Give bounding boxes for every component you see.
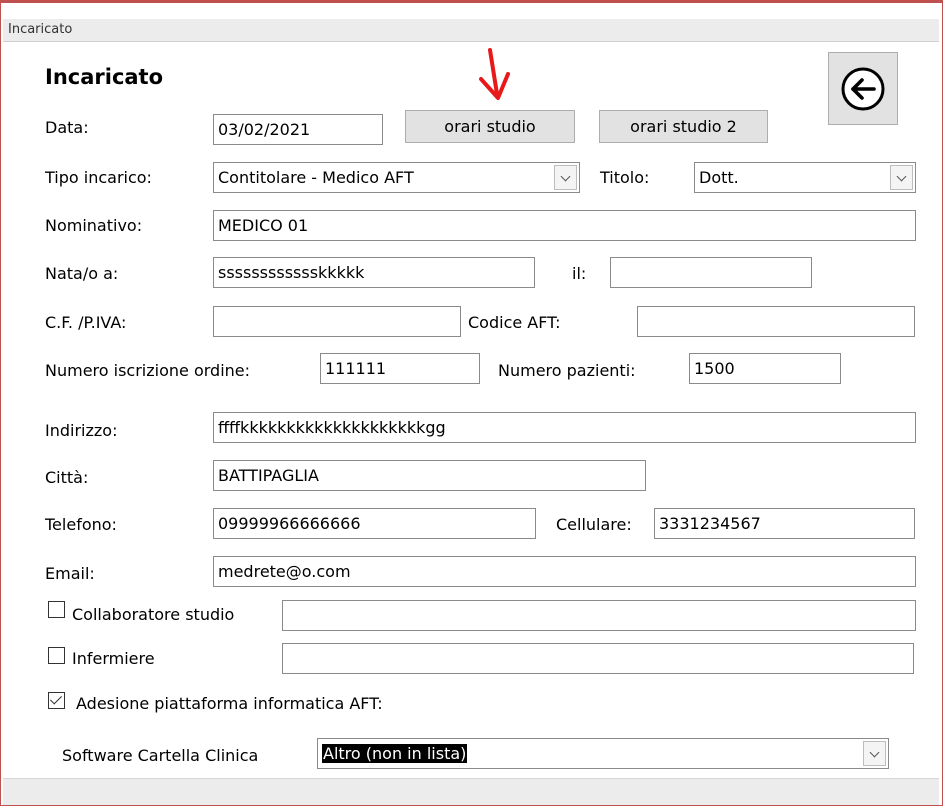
indirizzo-label: Indirizzo:: [45, 421, 118, 440]
chevron-down-icon[interactable]: [890, 165, 913, 190]
num-pazienti-field[interactable]: 1500: [689, 353, 841, 384]
back-button[interactable]: [828, 52, 898, 125]
adesione-label: Adesione piattaforma informatica AFT:: [76, 694, 383, 713]
telefono-label: Telefono:: [45, 515, 117, 534]
chevron-down-icon[interactable]: [863, 741, 886, 766]
form-heading: Incaricato: [45, 65, 164, 89]
titolo-select[interactable]: Dott.: [694, 162, 916, 193]
window-title: Incaricato: [8, 22, 73, 37]
nominativo-field[interactable]: MEDICO 01: [213, 210, 916, 241]
collaboratore-label: Collaboratore studio: [72, 605, 235, 624]
num-iscrizione-label: Numero iscrizione ordine:: [45, 361, 251, 380]
data-field[interactable]: 03/02/2021: [213, 114, 383, 145]
codice-aft-field[interactable]: [637, 306, 915, 337]
cellulare-label: Cellulare:: [556, 515, 632, 534]
tipo-incarico-value: Contitolare - Medico AFT: [218, 168, 414, 187]
arrow-left-circle-icon: [841, 67, 885, 111]
nominativo-label: Nominativo:: [45, 216, 143, 235]
status-bar: [3, 778, 939, 805]
tipo-incarico-label: Tipo incarico:: [45, 168, 152, 187]
cf-field[interactable]: [213, 306, 461, 337]
software-label: Software Cartella Clinica: [62, 746, 259, 765]
titolo-label: Titolo:: [600, 168, 650, 187]
email-field[interactable]: medrete@o.com: [213, 556, 916, 587]
titolo-value: Dott.: [699, 168, 739, 187]
il-label: il:: [572, 264, 587, 283]
cf-label: C.F. /P.IVA:: [45, 313, 127, 332]
chevron-down-icon[interactable]: [554, 165, 577, 190]
codice-aft-label: Codice AFT:: [468, 313, 561, 332]
telefono-field[interactable]: 09999966666666: [213, 508, 536, 539]
num-iscrizione-field[interactable]: 111111: [320, 353, 480, 384]
il-field[interactable]: [610, 257, 812, 288]
nato-field[interactable]: sssssssssssskkkkk: [213, 257, 535, 288]
software-select[interactable]: Altro (non in lista): [317, 738, 889, 769]
infermiere-checkbox[interactable]: [48, 647, 65, 664]
title-bar: Incaricato: [3, 19, 939, 42]
cellulare-field[interactable]: 3331234567: [654, 508, 915, 539]
indirizzo-field[interactable]: ffffkkkkkkkkkkkkkkkkkkkkgg: [213, 412, 916, 443]
software-value: Altro (non in lista): [322, 744, 468, 763]
annotation-arrow-icon: [479, 48, 510, 100]
tipo-incarico-select[interactable]: Contitolare - Medico AFT: [213, 162, 580, 193]
citta-label: Città:: [45, 468, 89, 487]
collaboratore-checkbox[interactable]: [48, 601, 65, 618]
num-pazienti-label: Numero pazienti:: [498, 361, 636, 380]
orari-studio-button[interactable]: orari studio: [405, 110, 575, 143]
infermiere-field[interactable]: [282, 643, 914, 674]
data-label: Data:: [45, 118, 89, 137]
citta-field[interactable]: BATTIPAGLIA: [213, 460, 646, 491]
infermiere-label: Infermiere: [72, 649, 155, 668]
collaboratore-field[interactable]: [282, 600, 916, 631]
orari-studio-2-button[interactable]: orari studio 2: [599, 110, 768, 143]
adesione-checkbox[interactable]: [48, 692, 65, 709]
email-label: Email:: [45, 564, 95, 583]
nato-label: Nata/o a:: [45, 264, 119, 283]
